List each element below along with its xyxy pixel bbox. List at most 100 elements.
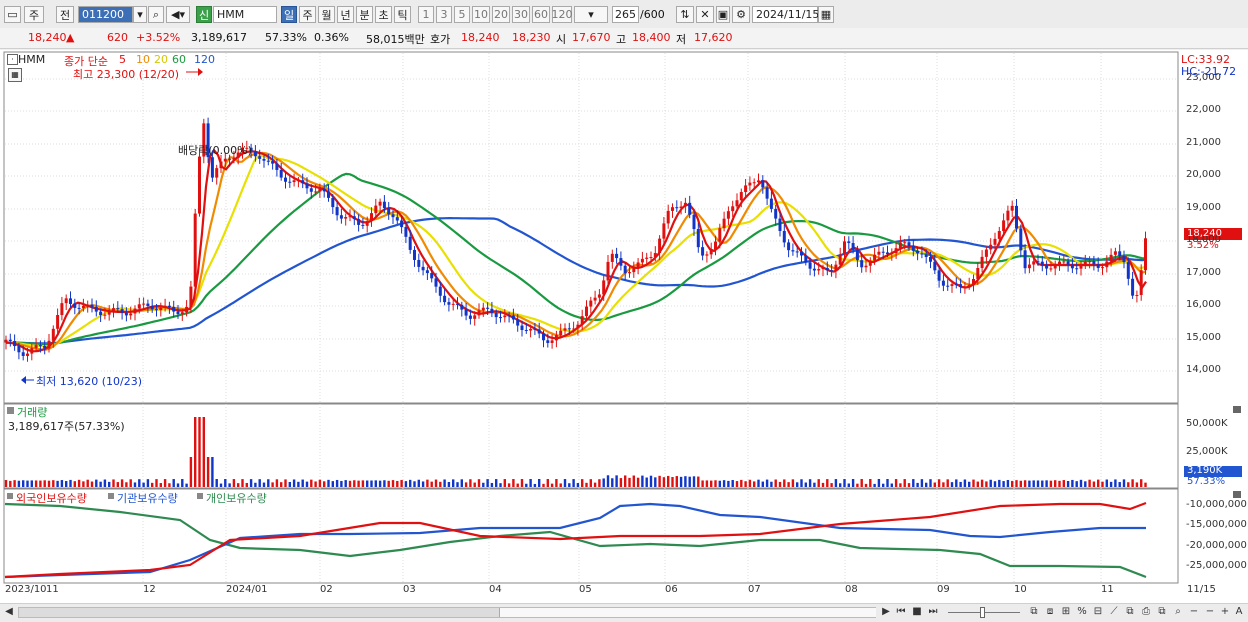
scrollbar-thumb[interactable]: [499, 608, 876, 617]
volume-bar: [955, 479, 958, 487]
scroll-left-icon[interactable]: ◀: [3, 606, 15, 618]
period-day-button[interactable]: 일: [281, 6, 297, 23]
volume-bar: [946, 479, 949, 487]
volume-bar: [856, 483, 859, 487]
chart-settings-icon[interactable]: ⇅: [676, 6, 694, 23]
scroll-right-icon[interactable]: ▶: [880, 606, 892, 618]
volume-bar: [864, 483, 868, 487]
candle-body: [348, 216, 352, 218]
volume-bar: [598, 479, 601, 487]
chart-canvas[interactable]: [0, 50, 1248, 606]
interval-30-button[interactable]: 30: [512, 6, 530, 23]
layout4-icon[interactable]: ⧉: [1124, 606, 1136, 618]
volume-bar: [886, 479, 889, 487]
interval-dropdown[interactable]: ▾: [574, 6, 608, 23]
interval-1-button[interactable]: 1: [418, 6, 434, 23]
candle-body: [1135, 294, 1139, 296]
candle-body: [4, 339, 8, 343]
candle-body: [116, 308, 120, 310]
period-year-button[interactable]: 년: [337, 6, 354, 23]
menu-icon[interactable]: ▭: [4, 6, 21, 23]
volume-panel-close-icon[interactable]: [1233, 406, 1241, 413]
volume-bar: [452, 479, 455, 487]
period-tick-button[interactable]: 틱: [394, 6, 411, 23]
volume-bar: [1109, 481, 1113, 487]
period-minute-button[interactable]: 분: [356, 6, 373, 23]
code-dropdown-icon[interactable]: ▾: [133, 6, 147, 23]
date-input[interactable]: 2024/11/15: [752, 6, 819, 23]
stop-icon[interactable]: ■: [911, 606, 923, 618]
stock-code-input[interactable]: 011200: [78, 6, 133, 23]
candle-body: [413, 249, 416, 260]
percent-icon[interactable]: %: [1076, 606, 1088, 618]
individual-legend: 개인보유수량: [206, 492, 267, 505]
volume-bar: [490, 482, 494, 487]
candle-body: [193, 213, 197, 287]
font-size-icon[interactable]: A: [1233, 606, 1245, 618]
volume-bar: [654, 477, 657, 487]
candle-body: [941, 280, 945, 286]
zoom-in-icon[interactable]: +: [1219, 606, 1231, 618]
zoom-slider-handle[interactable]: [980, 607, 985, 618]
layout3-icon[interactable]: ⊞: [1060, 606, 1072, 618]
candle-body: [477, 310, 481, 316]
candle-body: [159, 307, 163, 311]
low-note: 최저 13,620 (10/23): [36, 375, 143, 388]
candle-body: [339, 215, 343, 219]
chart-area[interactable]: · HMM 종가 단순 5 10 20 60 120 ▦ 최고 23,300 (…: [0, 50, 1248, 606]
volume-bar: [912, 479, 915, 487]
interval-120-button[interactable]: 120: [552, 6, 573, 23]
search-icon[interactable]: ⌕: [148, 6, 164, 23]
candle-body: [288, 181, 292, 183]
speaker-icon[interactable]: ◀▾: [166, 6, 190, 23]
volume-bar: [189, 457, 193, 487]
cross-icon[interactable]: ✕: [696, 6, 714, 23]
volume-bar: [1006, 480, 1010, 487]
candle-body: [1032, 261, 1036, 265]
last-icon[interactable]: ⏭: [927, 606, 939, 618]
candle-body: [881, 251, 885, 253]
candle-body: [709, 249, 713, 255]
stock-name-field[interactable]: HMM: [213, 6, 277, 23]
interval-3-button[interactable]: 3: [436, 6, 452, 23]
candle-body: [692, 214, 696, 230]
bar-icon[interactable]: ⊟: [1092, 606, 1104, 618]
count-input[interactable]: 265: [612, 6, 639, 23]
first-icon[interactable]: ⏮: [895, 606, 907, 618]
candle-body: [739, 192, 743, 201]
market-select[interactable]: 주: [24, 6, 44, 23]
scrollbar-track[interactable]: [18, 607, 876, 618]
candle-body: [1070, 264, 1074, 269]
prev-button[interactable]: 전: [56, 6, 74, 23]
grid-toggle-icon[interactable]: ▦: [8, 68, 22, 82]
copy-icon[interactable]: ⧉: [1156, 606, 1168, 618]
period-week-button[interactable]: 주: [299, 6, 316, 23]
new-button[interactable]: 신: [196, 6, 212, 23]
layout-icon[interactable]: ⧉: [1028, 606, 1040, 618]
print-icon[interactable]: ⎙: [1140, 606, 1152, 618]
save-icon[interactable]: ▣: [716, 6, 730, 23]
candle-body: [318, 188, 322, 192]
holdings-panel-close-icon[interactable]: [1233, 491, 1241, 498]
volume-bar: [202, 417, 205, 487]
tool-icon[interactable]: ⟋: [1108, 606, 1120, 618]
period-month-button[interactable]: 월: [318, 6, 335, 23]
layout2-icon[interactable]: ⧈: [1044, 606, 1056, 618]
interval-20-button[interactable]: 20: [492, 6, 510, 23]
zoom-out-icon[interactable]: −: [1188, 606, 1200, 618]
minus-icon[interactable]: −: [1204, 606, 1216, 618]
candle-body: [1053, 265, 1057, 269]
volume-bar: [473, 482, 476, 487]
interval-5-button[interactable]: 5: [454, 6, 470, 23]
volume-bar: [550, 483, 554, 487]
candle-body: [73, 304, 77, 308]
interval-10-button[interactable]: 10: [472, 6, 490, 23]
calendar-icon[interactable]: ▦: [818, 6, 834, 23]
zoom-icon[interactable]: ⌕: [1172, 606, 1184, 618]
volume-bar: [950, 482, 954, 487]
interval-60-button[interactable]: 60: [532, 6, 550, 23]
gear-icon[interactable]: ⚙: [732, 6, 750, 23]
volume-bar: [357, 480, 360, 487]
period-second-button[interactable]: 초: [375, 6, 392, 23]
panel-toggle-icon[interactable]: ·: [7, 54, 18, 65]
